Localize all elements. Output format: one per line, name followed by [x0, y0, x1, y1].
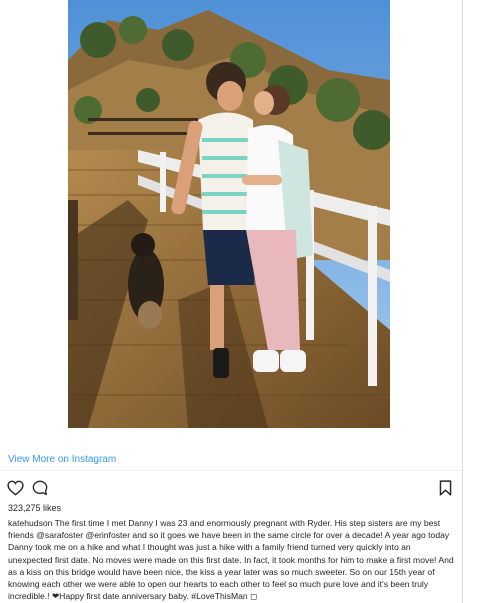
comment-bubble-icon[interactable] [32, 480, 48, 496]
caption-username[interactable]: katehudson [8, 518, 52, 528]
heart-outline-icon[interactable] [7, 480, 24, 496]
post-photo-illustration [68, 0, 390, 428]
post-caption: katehudson The first time I met Danny I … [8, 517, 456, 602]
bookmark-icon[interactable] [439, 480, 452, 496]
view-more-on-instagram-link[interactable]: View More on Instagram [8, 454, 116, 465]
caption-text: The first time I met Danny I was 23 and … [8, 518, 454, 602]
post-action-bar [0, 478, 462, 500]
instagram-embed-card: View More on Instagram 323,275 likes kat… [0, 0, 463, 603]
post-photo[interactable] [68, 0, 390, 428]
likes-count: 323,275 likes [8, 503, 62, 513]
divider [0, 470, 462, 471]
